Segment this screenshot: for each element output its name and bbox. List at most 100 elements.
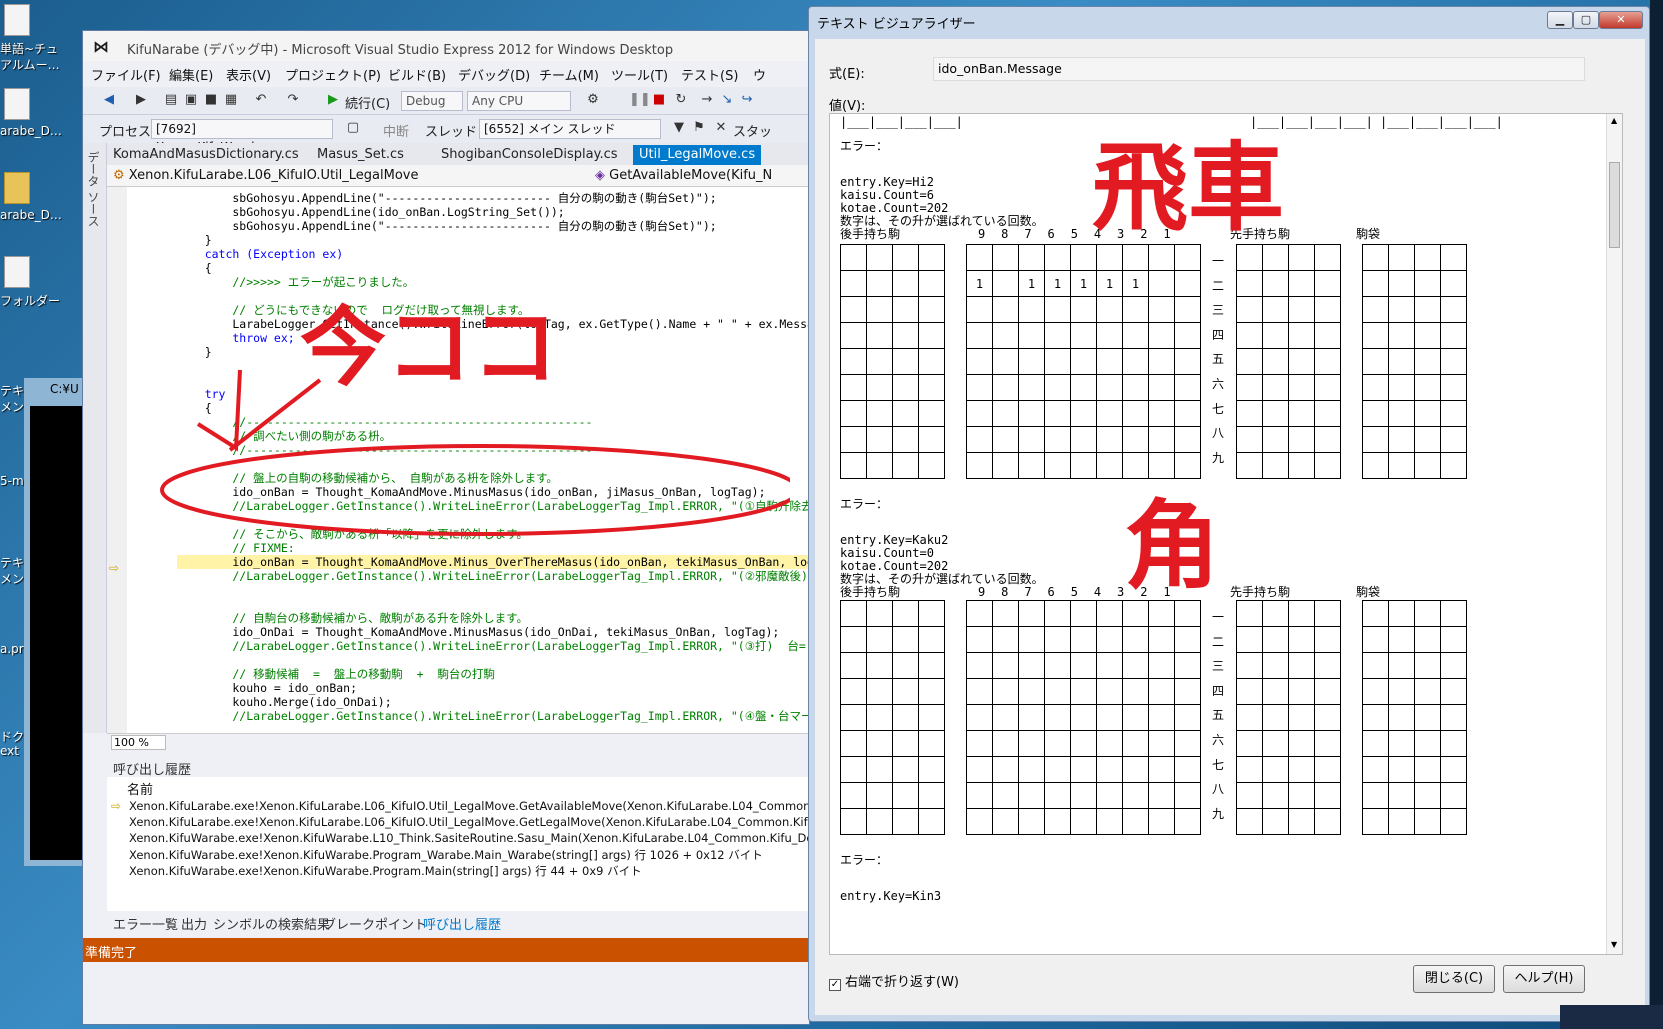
callstack-row[interactable]: Xenon.KifuWarabe.exe!Xenon.KifuWarabe.Pr… [129, 847, 763, 863]
save-icon[interactable]: ■ [203, 92, 219, 108]
grid-cell [1070, 678, 1097, 705]
scrollbar-thumb[interactable] [1609, 162, 1620, 248]
attach-icon[interactable]: ⚙ [585, 92, 601, 108]
desktop-icon-1[interactable]: 単語~チュ アルムー… [0, 2, 80, 72]
menu-project[interactable]: プロジェクト(P) [285, 65, 381, 84]
grid-cell [1174, 600, 1201, 627]
code-line: //LarabeLogger.GetInstance().WriteLineEr… [177, 639, 806, 653]
back-icon[interactable]: ◀ [101, 92, 117, 108]
tab-util-legalmove[interactable]: Util_LegalMove.cs [633, 145, 762, 165]
grid-cell [1018, 756, 1045, 783]
menu-window[interactable]: ウ [753, 65, 766, 84]
callstack-row[interactable]: Xenon.KifuLarabe.exe!Xenon.KifuLarabe.L0… [129, 799, 858, 813]
save-all-icon[interactable]: ▦ [223, 92, 239, 108]
configuration-select[interactable]: Debug [401, 91, 463, 111]
expression-field[interactable]: ido_onBan.Message [933, 57, 1585, 81]
grid-cell [1414, 270, 1441, 297]
tab-komaandmasusdictionary[interactable]: KomaAndMasusDictionary.cs [107, 145, 305, 165]
callstack-row[interactable]: Xenon.KifuLarabe.exe!Xenon.KifuLarabe.L0… [129, 815, 861, 829]
grid-cell [966, 808, 993, 835]
vs-title-bar[interactable]: ⋈ KifuNarabe (デバッグ中) - Microsoft Visual … [83, 31, 811, 61]
grid-cell [966, 322, 993, 349]
flag-icon[interactable]: ⚑ [691, 120, 707, 136]
tools-icon[interactable]: ✕ [713, 120, 729, 136]
redo-icon[interactable]: ↷ [285, 92, 301, 108]
process-select[interactable]: [7692] Xenon.KifuWarabe.exe [151, 119, 333, 154]
stack-frame-label[interactable]: スタッ [733, 121, 772, 140]
filter-icon[interactable]: ▼ [671, 120, 687, 136]
minimize-button[interactable]: ▁ [1547, 11, 1573, 29]
menu-team[interactable]: チーム(M) [539, 65, 599, 84]
stop-icon[interactable]: ■ [651, 92, 667, 108]
type-select[interactable]: ⚙ Xenon.KifuLarabe.L06_KifuIO.Util_Legal… [113, 167, 583, 185]
grid-cell [1288, 600, 1315, 627]
continue-label[interactable]: 続行(C) [345, 93, 390, 112]
grid-cell [1070, 374, 1097, 401]
menu-file[interactable]: ファイル(F) [91, 65, 161, 84]
member-select[interactable]: ◈ GetAvailableMove(Kifu_N [595, 167, 811, 185]
menu-tools[interactable]: ツール(T) [611, 65, 668, 84]
koma-bag-grid [1362, 600, 1467, 835]
pause-icon[interactable]: ❚❚ [629, 92, 651, 108]
tab-find-symbol-results[interactable]: シンボルの検索結果 [213, 914, 330, 933]
forward-icon[interactable]: ▶ [133, 92, 149, 108]
new-file-icon[interactable]: ▤ [163, 92, 179, 108]
data-sources-side-tab[interactable]: データ ソース [83, 143, 107, 733]
lifecycle-icon[interactable]: ▢ [345, 120, 361, 136]
word-wrap-checkbox[interactable]: ✓ 右端で折り返す(W) [829, 971, 959, 991]
grid-cell [1362, 782, 1389, 809]
desktop-icon-3[interactable]: arabe_D… [0, 170, 80, 240]
thread-select[interactable]: [6552] メイン スレッド [479, 119, 661, 139]
grid-cell [892, 400, 919, 427]
callstack-row[interactable]: Xenon.KifuWarabe.exe!Xenon.KifuWarabe.L1… [129, 831, 857, 845]
grid-cell [1096, 452, 1123, 479]
desktop-icon-2[interactable]: arabe_D… [0, 86, 80, 156]
grid-cell [1018, 652, 1045, 679]
callstack-name-header[interactable]: 名前 [127, 779, 153, 798]
open-icon[interactable]: ▣ [183, 92, 199, 108]
platform-select[interactable]: Any CPU [467, 91, 571, 111]
tab-masus-set[interactable]: Masus_Set.cs [311, 145, 410, 165]
callstack-row[interactable]: Xenon.KifuWarabe.exe!Xenon.KifuWarabe.Pr… [129, 863, 642, 879]
scroll-down-icon[interactable]: ▼ [1611, 940, 1617, 949]
tab-output[interactable]: 出力 [181, 914, 207, 933]
grid-cell [892, 452, 919, 479]
menu-build[interactable]: ビルド(B) [388, 65, 446, 84]
menu-view[interactable]: 表示(V) [226, 65, 271, 84]
suspend-label[interactable]: 中断 [383, 121, 409, 140]
grid-cell [1148, 782, 1175, 809]
menu-debug[interactable]: デバッグ(D) [458, 65, 530, 84]
tab-error-list[interactable]: エラー一覧 [113, 914, 178, 933]
undo-icon[interactable]: ↶ [253, 92, 269, 108]
help-button[interactable]: ヘルプ(H) [1503, 965, 1585, 993]
grid-cell [918, 322, 945, 349]
code-line: ido_OnDai = Thought_KomaAndMove.MinusMas… [177, 625, 780, 639]
tab-call-stack[interactable]: 呼び出し履歴 [423, 914, 501, 933]
callstack-panel[interactable]: 名前 ⇨ Xenon.KifuLarabe.exe!Xenon.KifuLara… [107, 777, 861, 929]
close-window-button[interactable]: ✕ [1599, 11, 1643, 29]
menu-edit[interactable]: 編集(E) [169, 65, 213, 84]
value-scrollbar[interactable]: ▲ ▼ [1606, 114, 1622, 954]
grid-cell [892, 374, 919, 401]
maximize-button[interactable]: ▢ [1573, 11, 1599, 29]
grid-cell [866, 244, 893, 271]
step-over-icon[interactable]: ↪ [739, 92, 755, 108]
menu-test[interactable]: テスト(S) [681, 65, 738, 84]
tab-breakpoints[interactable]: ブレークポイント [323, 914, 427, 933]
grid-cell [840, 374, 867, 401]
desktop-icon-4[interactable]: フォルダー [0, 254, 80, 324]
restart-icon[interactable]: ↻ [673, 92, 689, 108]
close-button[interactable]: 閉じる(C) [1413, 965, 1495, 993]
scroll-up-icon[interactable]: ▲ [1611, 116, 1617, 125]
step-into-icon[interactable]: ↘ [719, 92, 735, 108]
partial-grid-top-mid: |___|___|___|___| [1250, 115, 1373, 129]
tab-shogibanconsoledisplay[interactable]: ShogibanConsoleDisplay.cs [435, 145, 624, 165]
dialog-title: テキスト ビジュアライザー [817, 17, 976, 32]
continue-icon[interactable]: ▶ [325, 92, 341, 108]
menu-bar: ファイル(F) 編集(E) 表示(V) プロジェクト(P) ビルド(B) デバッ… [83, 61, 811, 85]
zoom-select[interactable]: 100 % [111, 735, 166, 750]
grid-cell [1122, 452, 1149, 479]
editor-gutter[interactable] [107, 187, 127, 733]
method-icon: ◈ [595, 168, 610, 183]
show-next-statement-icon[interactable]: → [699, 92, 715, 108]
